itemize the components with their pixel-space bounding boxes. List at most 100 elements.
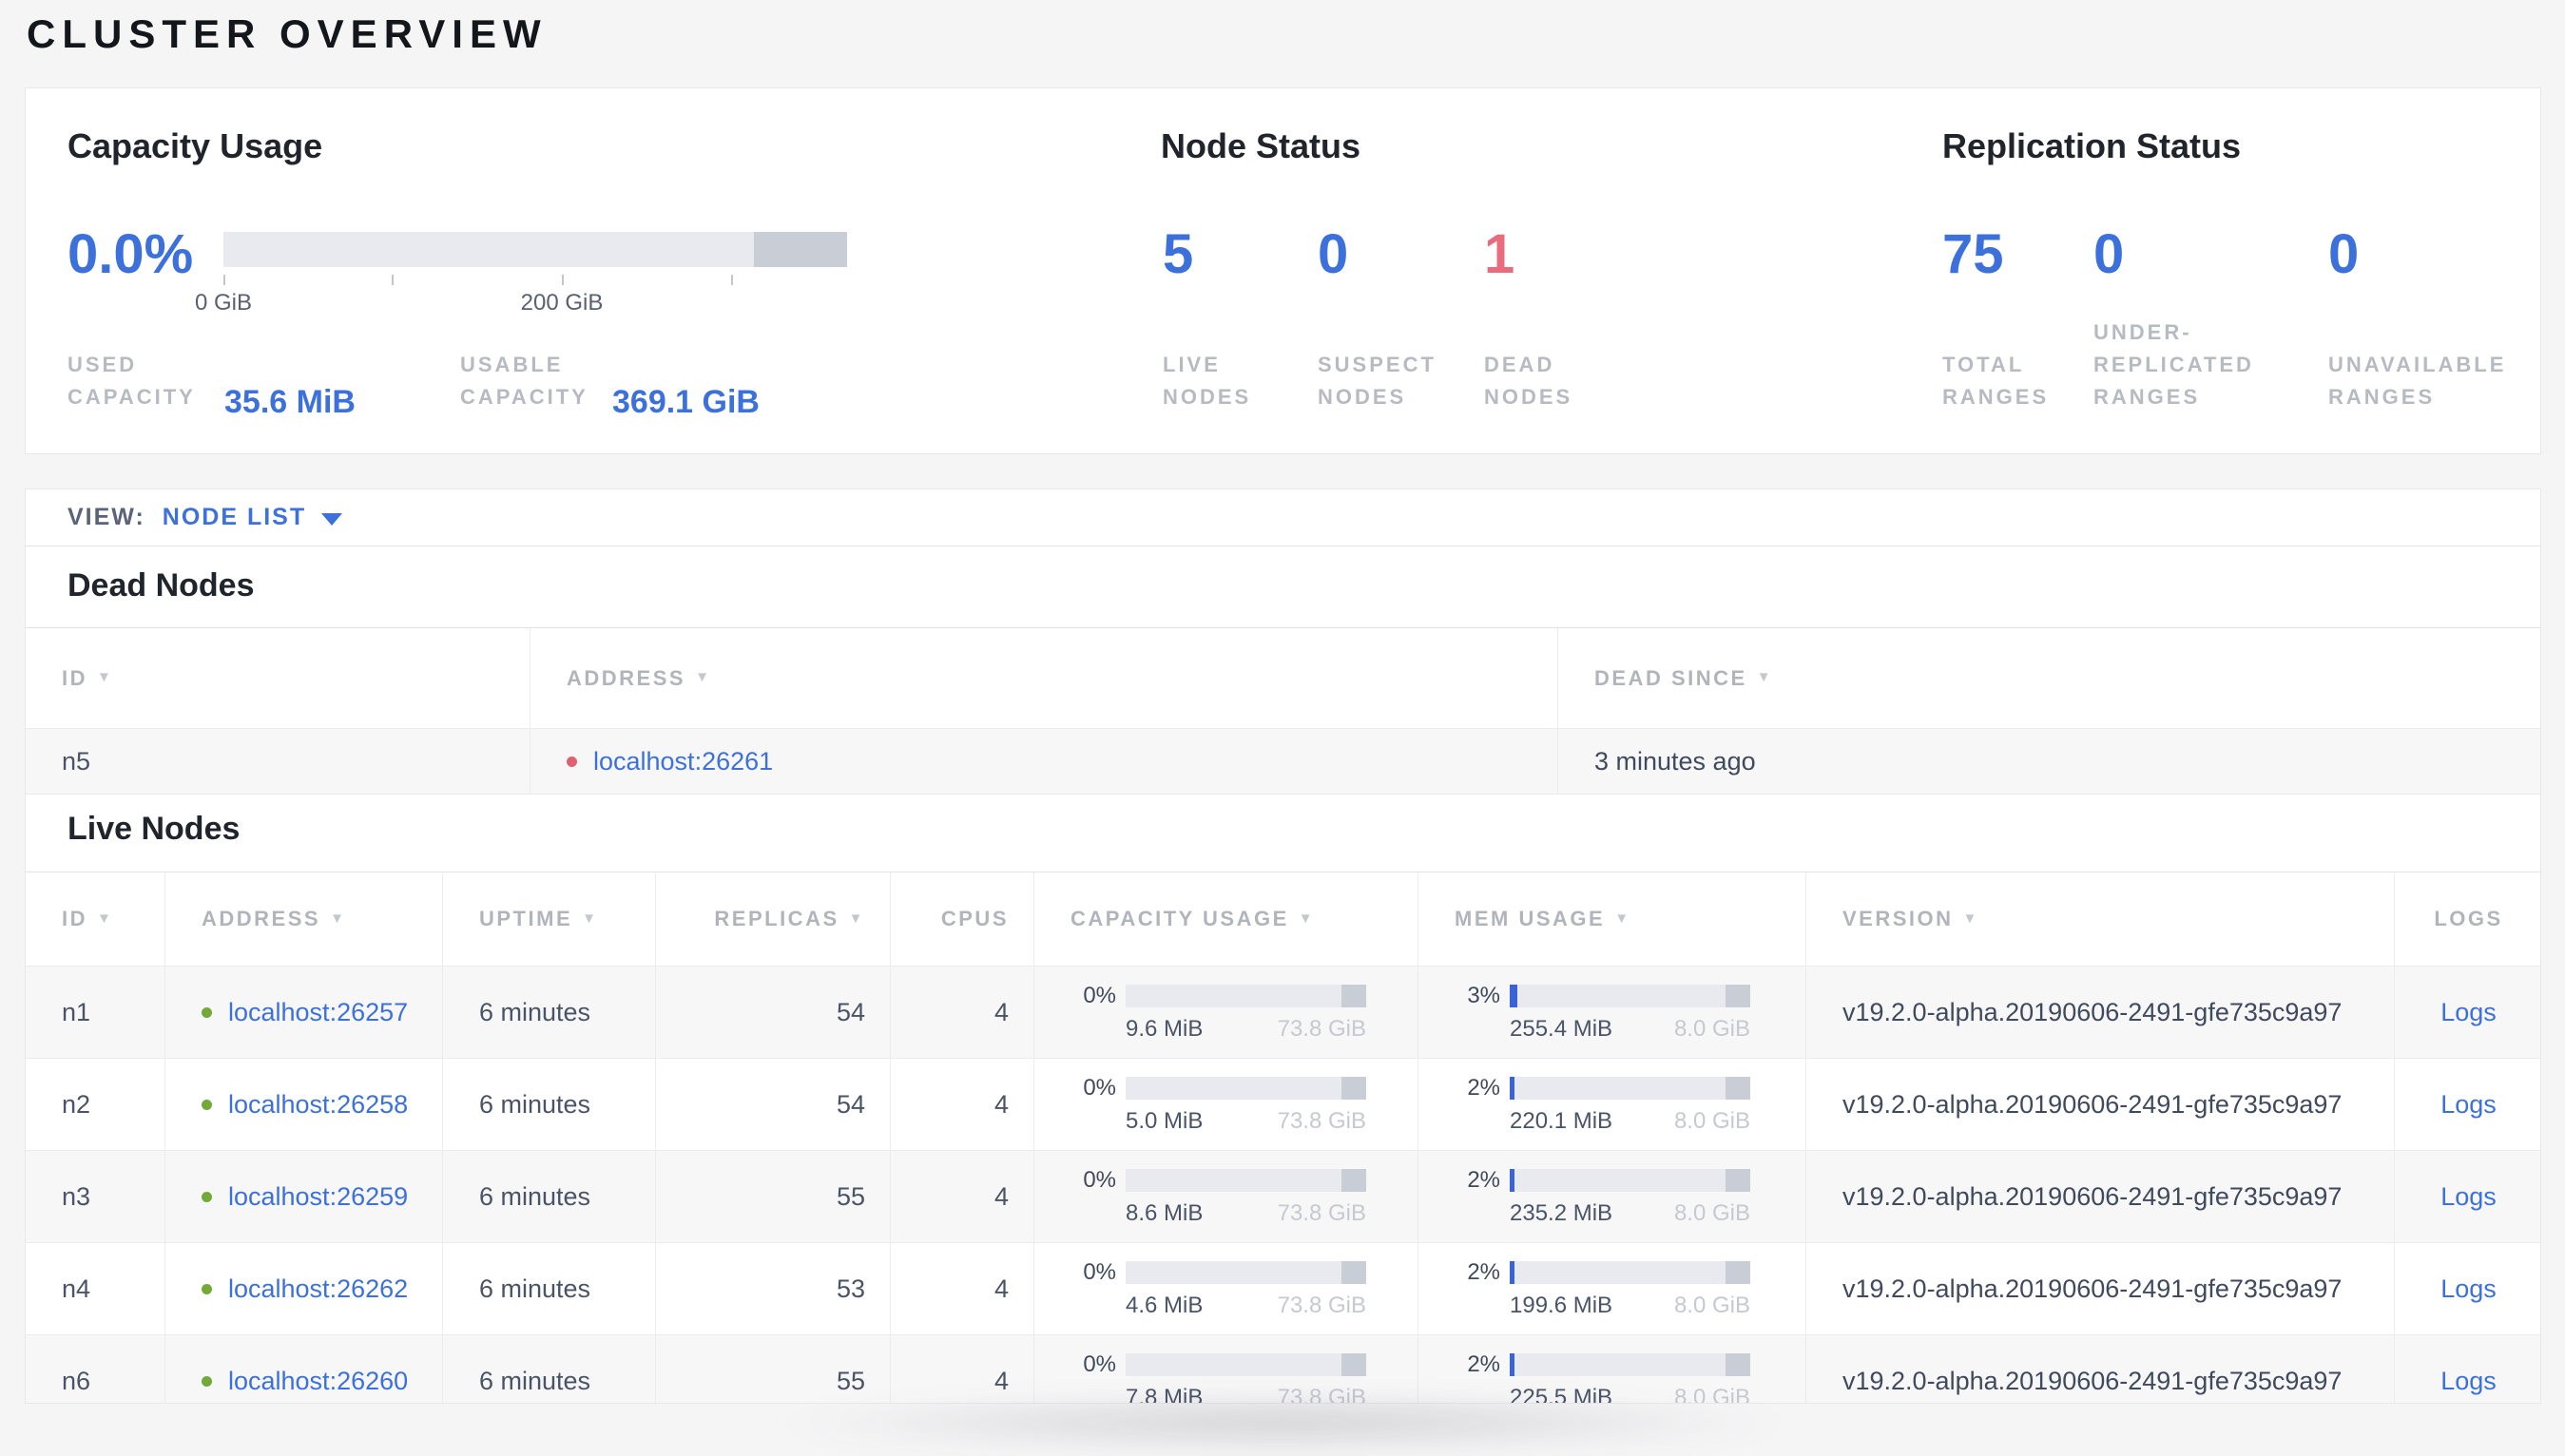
mem-usage-bar-used — [1510, 1352, 1514, 1376]
sort-arrow-icon: ▼ — [1298, 910, 1316, 927]
cell-version: v19.2.0-alpha.20190606-2491-gfe735c9a97 — [1806, 1151, 2395, 1242]
mem-usage-used-value: 199.6 MiB — [1510, 1292, 1613, 1318]
cell-logs: Logs — [2395, 967, 2540, 1058]
capacity-usage-bar — [1126, 984, 1366, 1007]
capacity-stat-label: USABLE CAPACITY — [460, 353, 588, 409]
mem-usage-used-value: 220.1 MiB — [1510, 1107, 1613, 1134]
capacity-usage-bar — [1126, 1076, 1366, 1100]
table-row: n2 localhost:26258 6 minutes 54 4 0% 5.0 MiB 73… — [26, 1058, 2540, 1150]
mem-usage-total-value: 8.0 GiB — [1673, 1292, 1750, 1318]
cell-version: v19.2.0-alpha.20190606-2491-gfe735c9a97 — [1806, 967, 2395, 1058]
column-header-dead-since[interactable]: DEAD SINCE ▼ — [1558, 628, 2540, 728]
node-status-label: SUSPECT NODES — [1318, 353, 1437, 409]
capacity-usage-bar — [1126, 1168, 1366, 1192]
cell-node-id: n6 — [26, 1335, 165, 1403]
cell-cpus: 4 — [891, 1243, 1034, 1334]
column-header-address[interactable]: ADDRESS ▼ — [165, 872, 443, 966]
replication-value: 0 — [2328, 223, 2360, 285]
mem-usage-total-value: 8.0 GiB — [1673, 1015, 1750, 1042]
capacity-axis-label: 0 GiB — [194, 290, 253, 316]
page-title: CLUSTER OVERVIEW — [27, 11, 548, 56]
mem-usage-percent: 2% — [1467, 1351, 1500, 1377]
mem-usage: 3% 255.4 MiB 8.0 GiB — [1418, 967, 1806, 1058]
sort-arrow-icon: ▼ — [1962, 910, 1979, 927]
node-logs-link[interactable]: Logs — [2440, 1090, 2497, 1120]
view-mode-dropdown[interactable]: NODE LIST — [163, 504, 343, 531]
cell-uptime: 6 minutes — [443, 1151, 656, 1242]
capacity-usage-total-value: 73.8 GiB — [1277, 1292, 1366, 1318]
capacity-axis-label: 200 GiB — [520, 290, 604, 316]
cell-address: localhost:26260 — [165, 1335, 443, 1403]
node-address-link[interactable]: localhost:26261 — [593, 747, 773, 776]
chevron-down-icon — [321, 512, 343, 526]
mem-usage-bar-reserved — [1726, 1352, 1750, 1376]
node-logs-link[interactable]: Logs — [2440, 1367, 2497, 1396]
mem-usage-used-value: 235.2 MiB — [1510, 1199, 1613, 1226]
column-header-label: REPLICAS — [714, 907, 839, 930]
cell-cpus: 4 — [891, 1059, 1034, 1150]
nodes-card: Dead Nodes ID ▼ ADDRESS ▼ DEAD SINCE ▼ n5 local… — [25, 546, 2541, 1404]
capacity-usage-bar — [223, 232, 847, 267]
column-header-version[interactable]: VERSION ▼ — [1806, 872, 2395, 966]
capacity-usage-total-value: 73.8 GiB — [1277, 1199, 1366, 1226]
capacity-usage-bar-reserved — [1341, 1076, 1366, 1100]
column-header-replicas[interactable]: REPLICAS ▼ — [656, 872, 891, 966]
capacity-usage-percent: 0% — [1083, 982, 1116, 1008]
node-address-link[interactable]: localhost:26259 — [228, 1182, 408, 1212]
replication-value: 0 — [2093, 223, 2125, 285]
capacity-usage-percent: 0% — [1083, 1258, 1116, 1285]
cell-address: localhost:26257 — [165, 967, 443, 1058]
live-node-dot-icon — [202, 1099, 212, 1110]
mem-usage-bar-reserved — [1726, 984, 1750, 1007]
mem-usage-meter: 3% 255.4 MiB 8.0 GiB — [1418, 983, 1750, 1043]
cell-logs: Logs — [2395, 1151, 2540, 1242]
column-header-id[interactable]: ID ▼ — [26, 628, 530, 728]
mem-usage-total-value: 8.0 GiB — [1673, 1107, 1750, 1134]
sort-arrow-icon: ▼ — [695, 669, 712, 685]
node-address-link[interactable]: localhost:26262 — [228, 1274, 408, 1304]
column-header-mem-usage[interactable]: MEM USAGE ▼ — [1418, 872, 1806, 966]
column-header-id[interactable]: ID ▼ — [26, 872, 165, 966]
column-header-cpus: CPUS — [891, 872, 1034, 966]
mem-usage-meter: 2% 235.2 MiB 8.0 GiB — [1418, 1167, 1750, 1227]
cell-logs: Logs — [2395, 1059, 2540, 1150]
live-node-dot-icon — [202, 1375, 212, 1387]
live-node-dot-icon — [202, 1283, 212, 1294]
column-header-label: ADDRESS — [202, 907, 321, 930]
node-logs-link[interactable]: Logs — [2440, 998, 2497, 1027]
capacity-axis-tick — [562, 275, 564, 285]
column-header-capacity-usage[interactable]: CAPACITY USAGE ▼ — [1034, 872, 1418, 966]
live-node-dot-icon — [202, 1191, 212, 1202]
mem-usage-bar-reserved — [1726, 1260, 1750, 1284]
column-header-label: CAPACITY USAGE — [1070, 907, 1289, 930]
column-header-label: VERSION — [1842, 907, 1954, 930]
capacity-usage-percent: 0% — [1083, 1166, 1116, 1193]
mem-usage-percent: 2% — [1467, 1074, 1500, 1101]
table-row: n5 localhost:26261 3 minutes ago — [26, 728, 2540, 795]
column-header-logs: LOGS — [2395, 872, 2540, 966]
cell-replicas: 55 — [656, 1151, 891, 1242]
node-logs-link[interactable]: Logs — [2440, 1274, 2497, 1304]
capacity-usage-used-value: 8.6 MiB — [1126, 1199, 1204, 1226]
cell-node-id: n5 — [26, 729, 530, 794]
node-address-link[interactable]: localhost:26257 — [228, 998, 408, 1027]
mem-usage-bar — [1510, 1076, 1750, 1100]
capacity-usage: 0% 8.6 MiB 73.8 GiB — [1034, 1151, 1418, 1242]
replication-label: UNAVAILABLE RANGES — [2328, 353, 2507, 409]
node-address-link[interactable]: localhost:26260 — [228, 1367, 408, 1396]
column-header-uptime[interactable]: UPTIME ▼ — [443, 872, 656, 966]
dead-nodes-table: ID ▼ ADDRESS ▼ DEAD SINCE ▼ n5 localhost:26261 3… — [26, 627, 2540, 795]
column-header-label: LOGS — [2434, 907, 2503, 930]
capacity-usage-meter: 0% 4.6 MiB 73.8 GiB — [1034, 1259, 1366, 1319]
node-address-link[interactable]: localhost:26258 — [228, 1090, 408, 1120]
sort-arrow-icon: ▼ — [1614, 910, 1631, 927]
node-status-value: 1 — [1484, 223, 1515, 285]
column-header-address[interactable]: ADDRESS ▼ — [530, 628, 1558, 728]
sort-arrow-icon: ▼ — [97, 669, 114, 685]
mem-usage: 2% 220.1 MiB 8.0 GiB — [1418, 1059, 1806, 1150]
dead-nodes-heading: Dead Nodes — [68, 567, 255, 603]
mem-usage-percent: 2% — [1467, 1166, 1500, 1193]
node-logs-link[interactable]: Logs — [2440, 1182, 2497, 1212]
view-label: VIEW: — [68, 504, 145, 530]
table-header-row: ID ▼ ADDRESS ▼ UPTIME ▼ REPLICAS ▼ CPUS CAPACITY … — [26, 872, 2540, 966]
